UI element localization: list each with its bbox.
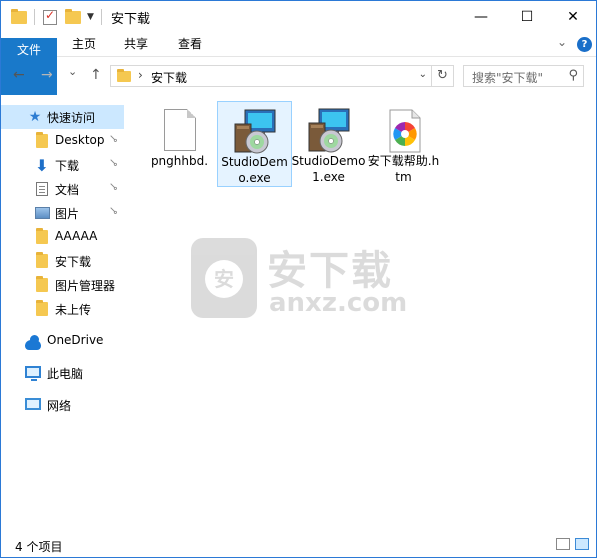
folder-icon [34,252,50,269]
pin-icon: ⊸ [105,130,122,147]
folder-icon [34,276,50,293]
pin-icon: ⊸ [105,178,122,195]
watermark-shield-icon: 安 [191,238,257,318]
star-icon: ★ [28,109,42,125]
status-bar: 4 个项目 [1,531,596,557]
folder-icon [34,228,50,245]
sidebar-item-label: 未上传 [55,303,92,317]
file-name: 安下载帮助.htm [367,154,440,184]
watermark-domain: anxz.com [269,288,408,318]
quick-access-separator [34,9,35,25]
sidebar-item-label: OneDrive [47,333,104,347]
sidebar-item-label: 文档 [55,183,80,197]
tab-share[interactable]: 共享 [115,32,157,57]
folder-icon [34,132,50,149]
file-item[interactable]: 安下载帮助.htm [366,101,441,187]
blank-file-icon [156,107,204,155]
close-button[interactable]: ✕ [550,1,596,32]
file-list[interactable]: 安 安下载 anxz.com pnghhbd. StudioDemo.exe S… [129,95,596,531]
sidebar-item-label: Desktop [55,133,105,147]
tab-home[interactable]: 主页 [63,32,105,57]
search-icon[interactable]: ⚲ [568,68,578,83]
sidebar-item-not-uploaded[interactable]: 未上传 [1,297,124,321]
maximize-button[interactable]: ☐ [504,1,550,32]
network-icon [25,396,41,412]
sidebar-item-anxiazai[interactable]: 安下载 [1,249,124,273]
sidebar-item-label: 图片管理器 [55,279,116,293]
address-path[interactable]: 安下载 [151,69,187,86]
sidebar-item-this-pc[interactable]: 此电脑 [1,361,124,385]
large-icons-view-button[interactable] [575,538,589,550]
document-icon [34,181,50,197]
file-name: StudioDemo1.exe [291,154,366,184]
sidebar-item-documents[interactable]: 文档 ⊸ [1,177,124,201]
file-item[interactable]: StudioDemo.exe [217,101,292,187]
sidebar-item-label: 网络 [47,399,72,413]
sidebar-item-label: AAAAA [55,229,98,243]
watermark-logo-char: 安 [205,260,243,298]
address-dropdown-icon[interactable]: ⌄ [419,69,427,80]
item-count: 4 个项目 [15,540,63,554]
sidebar-item-label: 图片 [55,207,80,221]
computer-icon [25,364,41,381]
new-folder-icon[interactable] [65,7,81,27]
sidebar-item-network[interactable]: 网络 [1,393,124,417]
file-name: StudioDemo.exe [221,155,288,185]
refresh-button[interactable]: ↻ [431,66,453,86]
recent-locations-button[interactable]: ⌄ [68,65,77,78]
title-separator [101,9,102,25]
navigation-pane: ★ 快速访问 Desktop ⊸ ⬇ 下载 ⊸ 文档 ⊸ 图片 ⊸ AAAAA [1,95,129,531]
sidebar-item-label: 此电脑 [47,367,84,381]
tab-view[interactable]: 查看 [169,32,211,57]
search-box[interactable]: 搜索"安下载" ⚲ [463,65,584,87]
pin-icon: ⊸ [105,202,122,219]
sidebar-item-image-manager[interactable]: 图片管理器 [1,273,124,297]
folder-icon [34,300,50,317]
customize-quick-access-button[interactable]: ▼ [87,7,94,27]
address-folder-icon [117,69,131,82]
sidebar-item-pictures[interactable]: 图片 ⊸ [1,201,124,225]
ribbon-tabs: 文件 主页 共享 查看 ⌄ ? [1,32,596,124]
search-input[interactable]: 搜索"安下载" [472,69,543,86]
help-icon: ? [577,37,592,52]
details-view-button[interactable] [556,538,570,550]
installer-icon [305,107,353,155]
minimize-button[interactable]: — [458,1,504,32]
back-button[interactable]: ← [13,67,25,83]
installer-icon [231,108,279,156]
sidebar-item-downloads[interactable]: ⬇ 下载 ⊸ [1,153,124,177]
sidebar-item-aaaaa[interactable]: AAAAA [1,225,124,249]
address-chevron-icon[interactable]: › [138,68,143,82]
expand-ribbon-button[interactable]: ⌄ [557,35,567,49]
title-bar: ▼ 安下载 — ☐ ✕ [1,1,596,32]
pin-icon: ⊸ [105,154,122,171]
file-item[interactable]: pnghhbd. [142,101,217,187]
sidebar-item-desktop[interactable]: Desktop ⊸ [1,129,124,153]
forward-button[interactable]: → [41,67,53,83]
download-icon: ⬇ [35,155,49,175]
explorer-window: ▼ 安下载 — ☐ ✕ 文件 主页 共享 查看 ⌄ ? ← → ⌄ ↑ › 安下… [0,0,597,558]
watermark: 安 安下载 anxz.com [191,238,411,328]
properties-icon[interactable] [43,7,57,27]
navigation-bar: ← → ⌄ ↑ › 安下载 ⌄ ↻ 搜索"安下载" ⚲ [1,57,596,95]
folder-icon [11,7,27,27]
window-title: 安下载 [111,12,151,27]
picture-icon [34,205,50,221]
address-bar[interactable]: › 安下载 ⌄ ↻ [110,65,454,87]
sidebar-item-onedrive[interactable]: OneDrive [1,329,124,353]
help-button[interactable]: ? [577,37,592,52]
sidebar-item-quick-access[interactable]: ★ 快速访问 [1,105,124,129]
file-name: pnghhbd. [150,154,209,168]
sidebar-item-label: 安下载 [55,255,92,269]
sidebar-item-label: 下载 [55,159,80,173]
up-button[interactable]: ↑ [90,67,102,83]
sidebar-item-label: 快速访问 [47,111,96,125]
html-file-icon [380,107,428,155]
cloud-icon [25,335,41,353]
file-item[interactable]: StudioDemo1.exe [291,101,366,187]
